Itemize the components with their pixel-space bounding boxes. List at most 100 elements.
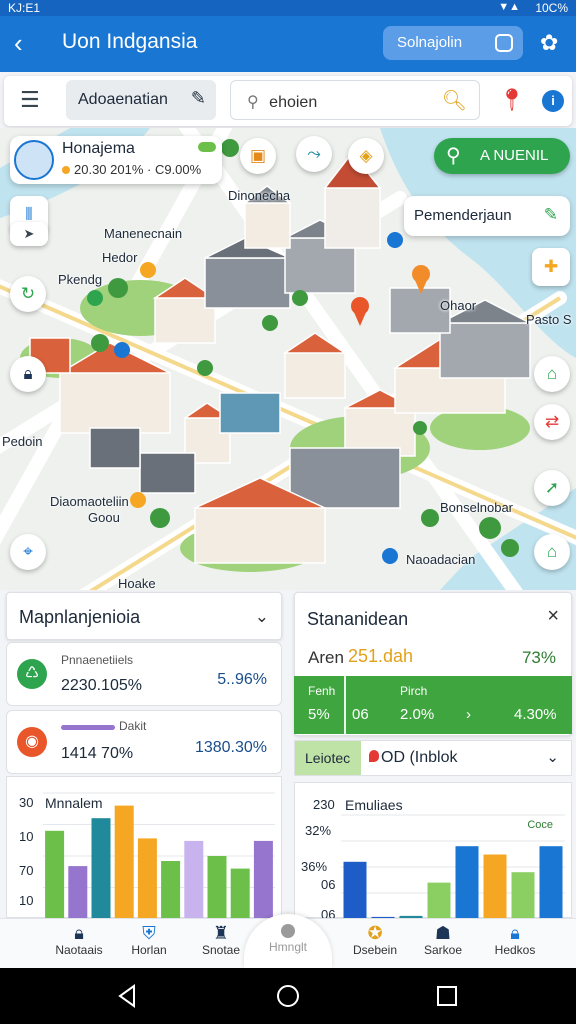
layer-select[interactable]: Leiotec OD (Inblok ⌄ [294,740,572,776]
map-label: Hedor [102,250,138,265]
nav-item-sarkoe[interactable]: ☗ Sarkoe [408,919,478,957]
tick-label: 06 [321,877,336,892]
nav-item-horlan[interactable]: ⛨ Horlan [114,919,184,957]
metric-percent: 5..96% [217,671,267,688]
search-area-label: A NUENIL [480,147,549,164]
location-card[interactable]: Honajema 20.30 201% · C9.00% [10,136,222,184]
tick-label: 70 [19,863,34,878]
chart-bar [343,861,367,919]
record-icon [281,924,295,938]
tick-label: 10 [19,829,34,844]
place-card[interactable]: Pemenderjaun ✎ [404,196,570,236]
layer-chip-label: Adoaenatian [78,91,168,108]
map-pin-icon[interactable]: 📍︎ [498,87,526,113]
metric-bar [61,725,115,730]
chevron-down-icon[interactable]: ⌄ [546,748,559,766]
left-panel-header[interactable]: Mapnlanjenioia ⌄ [6,592,282,640]
navigate-icon[interactable]: ➚ [534,470,570,506]
select-value: OD (Inblok [369,749,457,767]
metric-card[interactable]: ♺ Pnnaenetiiels 2230.105% 5..96% [6,642,282,706]
pin-icon [369,750,379,762]
map-label: Goou [88,510,120,525]
chart-bar [230,868,250,919]
metric-card[interactable]: ◉ Dakit 1414 70% 1380.30% [6,710,282,774]
chart-bar [207,856,227,919]
map-label: Dinonecha [228,188,291,203]
nav-item-dsebein[interactable]: ✪ Dsebein [340,919,410,957]
tick-label: 30 [19,795,34,810]
badge-icon: ✪ [367,923,383,943]
swap-icon[interactable]: ⇄ [534,404,570,440]
area-value: 251.dah [348,646,414,666]
chart-bar [91,818,111,919]
system-recents-icon[interactable] [436,984,458,1008]
app-bar: ‹ Uon Indgansia Solnajolin ✿ [0,16,576,72]
locate-icon[interactable]: ⌖ [10,534,46,570]
metric-value: 2230.105% [61,677,142,694]
chart-bar [184,840,204,919]
left-bar-chart [43,792,275,919]
left-panel-title: Mapnlanjenioia [19,607,141,627]
page-title: Uon Indgansia [62,30,198,53]
chart-bar [137,838,157,919]
status-dot-icon [62,166,70,174]
compass-icon[interactable]: ➤ [10,222,48,246]
location-toggle[interactable] [198,142,216,152]
map-label: Pedoin [2,434,43,449]
band-value: 06 [352,706,369,723]
system-back-icon[interactable] [116,984,138,1008]
map-toolbar: ☰ Adoaenatian ✎ ⚲ ehoien 🔍︎ 📍︎ i [4,76,572,126]
nav-label: Horlan [131,943,167,957]
map-search-placeholder: ehoien [269,94,318,111]
lock-icon[interactable]: 🔒︎ [10,356,46,392]
battery-level: 10C% [535,1,568,15]
metric-percent: 1380.30% [194,739,267,756]
map-search-input[interactable]: ⚲ ehoien 🔍︎ [230,80,480,120]
magnifier-icon[interactable]: 🔍︎ [442,88,467,113]
play-icon[interactable]: › [466,706,471,723]
metric-value: 1414 70% [61,745,134,762]
nav-label: Dsebein [352,943,398,957]
search-area-button[interactable]: ⚲ A NUENIL [434,138,570,174]
search-icon: ⚲ [446,145,461,167]
tick-label: 32% [305,823,332,838]
right-panel-title: Stananidean [307,609,409,629]
search-icon: ⚲ [247,94,259,111]
layer-chip[interactable]: Adoaenatian ✎ [66,80,216,120]
map-label: Diaomaoteliin [50,494,129,509]
nav-item-hedkos[interactable]: 🔒︎ Hedkos [480,919,550,957]
shield-icon: ⛨ [142,923,156,943]
nav-item-naotaais[interactable]: 🔒︎ Naotaais [44,919,114,957]
gear-icon[interactable]: ✿ [540,30,558,56]
chart-bar [539,846,563,919]
chart-bar [161,861,181,919]
nav-label: Naotaais [55,943,103,957]
chair-icon[interactable]: ⌂ [534,356,570,392]
refresh-icon[interactable]: ↻ [10,276,46,312]
hamburger-menu-icon[interactable]: ☰ [20,87,40,113]
chart-bar [114,805,134,919]
poi-filter-icon[interactable]: ▣ [240,138,276,174]
route-icon[interactable]: ⤳ [296,136,332,172]
edit-icon[interactable]: ✎ [544,205,558,225]
area-key: Aren [308,648,344,667]
chart-bar [427,882,451,919]
avatar [14,140,54,180]
place-card-label: Pemenderjaun [414,207,512,224]
app-search-button[interactable]: Solnajolin [383,26,523,60]
band-label: Pirch [400,684,428,698]
puzzle-icon[interactable]: ✚ [532,248,570,286]
info-icon[interactable]: i [542,90,564,112]
band-value: 5% [308,706,330,723]
lock-icon: 🔒︎ [510,923,520,943]
tag-icon[interactable]: ◈ [348,138,384,174]
chevron-down-icon[interactable]: ⌄ [255,607,269,627]
system-home-icon[interactable] [276,984,300,1008]
back-arrow-icon[interactable]: ‹ [14,28,23,58]
system-nav-bar [0,968,576,1024]
select-tag: Leiotec [295,741,361,775]
map-label: Pasto S [526,312,572,327]
home-icon[interactable]: ⌂ [534,534,570,570]
close-icon[interactable]: × [547,605,559,628]
tick-label: 230 [313,797,335,812]
